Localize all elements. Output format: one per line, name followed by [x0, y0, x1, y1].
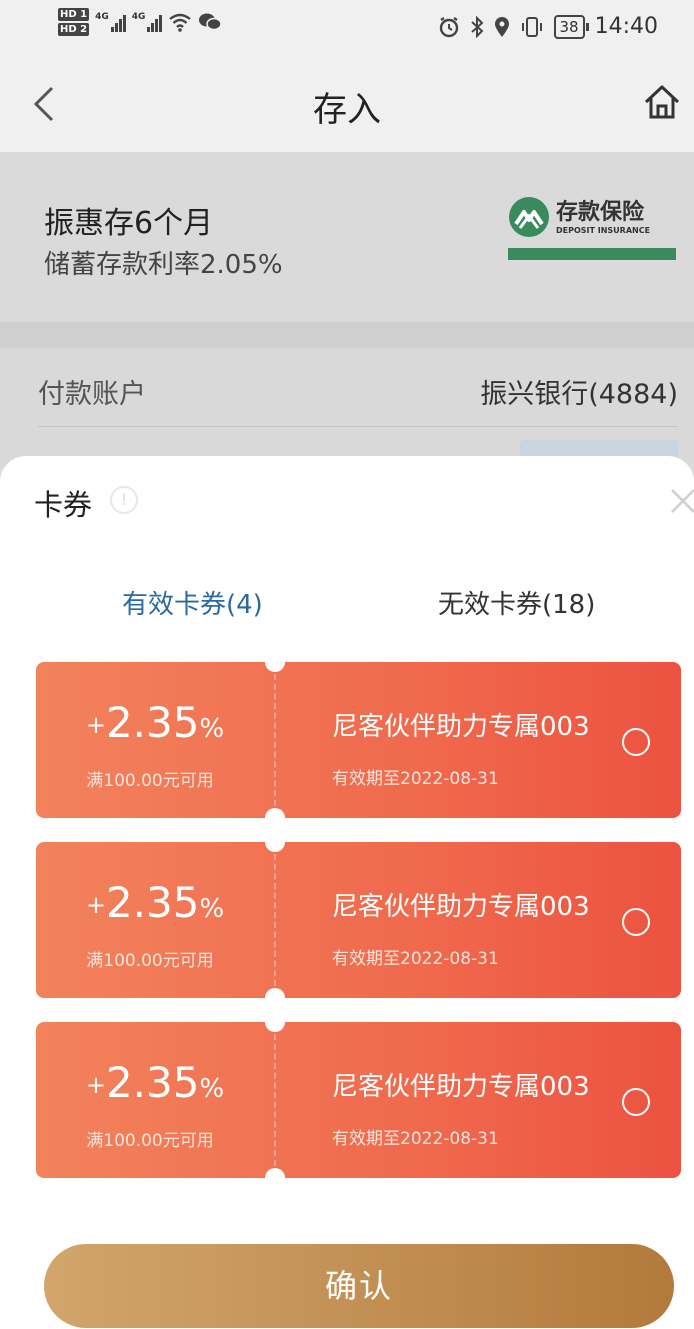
coupon-perforation — [274, 1034, 276, 1166]
status-left: HD 1 HD 2 4G 4G — [58, 8, 223, 36]
product-summary: 振惠存6个月 储蓄存款利率2.05% 存款保险 DEPOSIT INSURANC… — [0, 152, 694, 322]
home-icon[interactable] — [642, 82, 682, 122]
coupon-notch — [265, 1012, 285, 1032]
coupon-notch — [265, 988, 285, 1008]
divider — [38, 426, 678, 427]
coupon-select-radio[interactable] — [622, 728, 650, 756]
coupon-expiry: 有效期至2022-08-31 — [332, 949, 499, 969]
coupon-condition: 满100.00元可用 — [86, 951, 214, 971]
confirm-button[interactable]: 确认 — [44, 1244, 674, 1328]
status-bar: HD 1 HD 2 4G 4G 38 14:40 — [0, 0, 694, 56]
location-icon — [494, 16, 509, 37]
payment-account-value[interactable]: 振兴银行(4884) — [480, 372, 678, 411]
sheet-title: 卡券 — [34, 488, 93, 522]
coupon-sheet: 卡券 ! 有效卡券(4) 无效卡券(18) +2.35% 满100.00元可用 … — [0, 456, 694, 1329]
coupon-name: 尼客伙伴助力专属003 — [332, 892, 590, 922]
coupon-name: 尼客伙伴助力专属003 — [332, 1072, 590, 1102]
vibrate-icon — [521, 16, 542, 37]
section-gap — [0, 322, 694, 348]
wechat-icon — [199, 13, 223, 31]
clock: 14:40 — [594, 14, 658, 39]
insurance-banner — [508, 248, 676, 260]
coupon-condition: 满100.00元可用 — [86, 771, 214, 791]
tab-valid-coupons[interactable]: 有效卡券(4) — [122, 584, 263, 621]
alarm-icon — [439, 16, 458, 37]
bluetooth-icon — [470, 15, 483, 38]
page-title: 存入 — [313, 90, 381, 130]
status-right: 38 14:40 — [438, 14, 658, 39]
coupon-card[interactable]: +2.35% 满100.00元可用 尼客伙伴助力专属003 有效期至2022-0… — [36, 1012, 681, 1188]
coupon-condition: 满100.00元可用 — [86, 1131, 214, 1151]
insurance-cn-label: 存款保险 — [556, 199, 645, 225]
info-icon[interactable]: ! — [110, 486, 138, 514]
coupon-rate: +2.35% — [85, 1058, 225, 1107]
deposit-form: 付款账户 振兴银行(4884) — [0, 348, 694, 474]
insurance-en-label: DEPOSIT INSURANCE — [556, 225, 651, 235]
product-name: 振惠存6个月 — [44, 206, 214, 241]
coupon-card[interactable]: +2.35% 满100.00元可用 尼客伙伴助力专属003 有效期至2022-0… — [36, 832, 681, 1008]
product-rate: 储蓄存款利率2.05% — [44, 250, 283, 280]
coupon-expiry: 有效期至2022-08-31 — [332, 1129, 499, 1149]
wifi-icon — [169, 13, 192, 32]
signal-icon: 4G — [132, 12, 163, 32]
coupon-select-radio[interactable] — [622, 1088, 650, 1116]
coupon-rate: +2.35% — [85, 698, 225, 747]
coupon-perforation — [274, 854, 276, 986]
coupon-notch — [265, 652, 285, 672]
nav-bar: 存入 — [0, 56, 694, 152]
close-icon[interactable] — [668, 486, 694, 516]
coupon-notch — [265, 832, 285, 852]
coupon-card[interactable]: +2.35% 满100.00元可用 尼客伙伴助力专属003 有效期至2022-0… — [36, 652, 681, 828]
signal-icon: 4G — [95, 12, 126, 32]
coupon-rate: +2.35% — [85, 878, 225, 927]
hd1-badge: HD 1 — [58, 8, 90, 21]
deposit-insurance-badge: 存款保险 DEPOSIT INSURANCE — [508, 196, 676, 292]
hd2-badge: HD 2 — [58, 23, 90, 36]
coupon-perforation — [274, 674, 276, 806]
coupon-expiry: 有效期至2022-08-31 — [332, 769, 499, 789]
deposit-insurance-logo-icon — [509, 197, 549, 237]
tab-invalid-coupons[interactable]: 无效卡券(18) — [438, 584, 595, 621]
coupon-select-radio[interactable] — [622, 908, 650, 936]
coupon-notch — [265, 1168, 285, 1188]
battery-indicator: 38 — [553, 14, 589, 39]
payment-account-label: 付款账户 — [38, 379, 146, 410]
coupon-notch — [265, 808, 285, 828]
coupon-name: 尼客伙伴助力专属003 — [332, 712, 590, 742]
